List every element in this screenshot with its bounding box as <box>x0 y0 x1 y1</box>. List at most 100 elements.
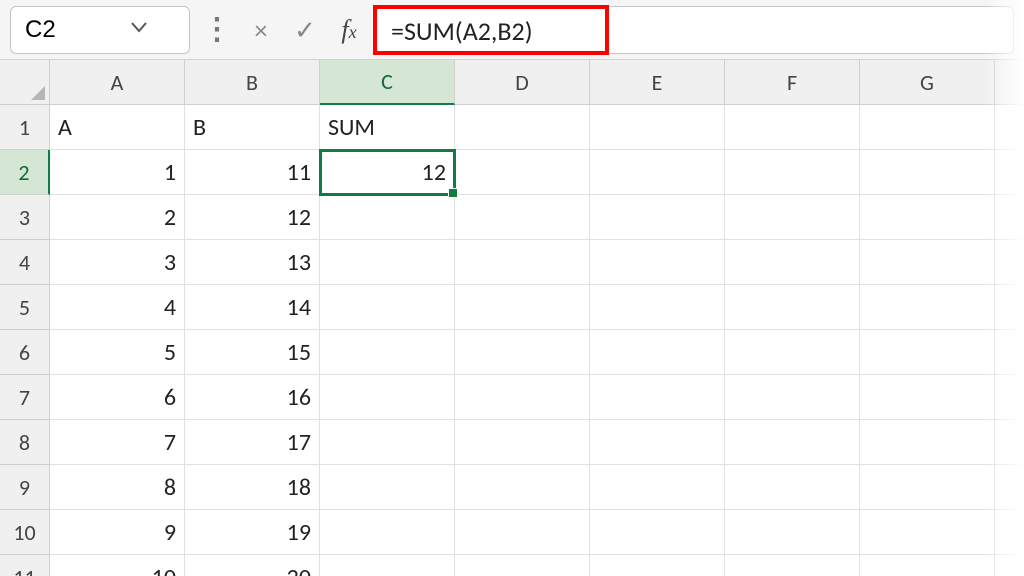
row-header-9[interactable]: 9 <box>0 465 50 510</box>
column-header-G[interactable]: G <box>860 60 995 105</box>
cell-E4[interactable] <box>590 240 725 285</box>
cell-D9[interactable] <box>455 465 590 510</box>
column-header-B[interactable]: B <box>185 60 320 105</box>
cell-F5[interactable] <box>725 285 860 330</box>
row-header-5[interactable]: 5 <box>0 285 50 330</box>
cell-A3[interactable]: 2 <box>50 195 185 240</box>
column-header-C[interactable]: C <box>320 60 455 105</box>
cell-G9[interactable] <box>860 465 995 510</box>
confirm-icon[interactable]: ✓ <box>288 6 322 54</box>
cell-G5[interactable] <box>860 285 995 330</box>
cell-D5[interactable] <box>455 285 590 330</box>
cell-F7[interactable] <box>725 375 860 420</box>
column-header-D[interactable]: D <box>455 60 590 105</box>
cell-D4[interactable] <box>455 240 590 285</box>
cell-C10[interactable] <box>320 510 455 555</box>
cell-A11[interactable]: 10 <box>50 555 185 576</box>
cell-B1[interactable]: B <box>185 105 320 150</box>
cell-extra-8[interactable] <box>995 420 1024 465</box>
cell-B4[interactable]: 13 <box>185 240 320 285</box>
cell-A7[interactable]: 6 <box>50 375 185 420</box>
name-box[interactable] <box>10 6 190 54</box>
name-box-input[interactable] <box>25 16 85 44</box>
row-header-2[interactable]: 2 <box>0 150 50 195</box>
cell-B3[interactable]: 12 <box>185 195 320 240</box>
cell-E10[interactable] <box>590 510 725 555</box>
cell-E3[interactable] <box>590 195 725 240</box>
cell-C8[interactable] <box>320 420 455 465</box>
row-header-1[interactable]: 1 <box>0 105 50 150</box>
cell-D1[interactable] <box>455 105 590 150</box>
cell-F11[interactable] <box>725 555 860 576</box>
cell-extra-2[interactable] <box>995 150 1024 195</box>
formula-input[interactable]: =SUM(A2,B2) <box>376 6 1014 54</box>
cell-C5[interactable] <box>320 285 455 330</box>
cell-E6[interactable] <box>590 330 725 375</box>
cell-G1[interactable] <box>860 105 995 150</box>
spreadsheet-grid[interactable]: ABCDEFG1ABSUM211112321243135414651576168… <box>0 60 1024 576</box>
cell-F1[interactable] <box>725 105 860 150</box>
cell-D2[interactable] <box>455 150 590 195</box>
cell-A10[interactable]: 9 <box>50 510 185 555</box>
column-header-extra[interactable] <box>995 60 1024 105</box>
cell-E2[interactable] <box>590 150 725 195</box>
cell-D10[interactable] <box>455 510 590 555</box>
cell-B10[interactable]: 19 <box>185 510 320 555</box>
cell-A1[interactable]: A <box>50 105 185 150</box>
cell-F4[interactable] <box>725 240 860 285</box>
cell-extra-5[interactable] <box>995 285 1024 330</box>
cell-C6[interactable] <box>320 330 455 375</box>
cell-F2[interactable] <box>725 150 860 195</box>
fx-icon[interactable]: fx <box>332 6 366 54</box>
cell-C7[interactable] <box>320 375 455 420</box>
cell-E5[interactable] <box>590 285 725 330</box>
row-header-3[interactable]: 3 <box>0 195 50 240</box>
cell-E7[interactable] <box>590 375 725 420</box>
cell-A9[interactable]: 8 <box>50 465 185 510</box>
cell-extra-9[interactable] <box>995 465 1024 510</box>
cell-E8[interactable] <box>590 420 725 465</box>
cell-E1[interactable] <box>590 105 725 150</box>
column-header-A[interactable]: A <box>50 60 185 105</box>
cell-G6[interactable] <box>860 330 995 375</box>
cell-A6[interactable]: 5 <box>50 330 185 375</box>
cell-E9[interactable] <box>590 465 725 510</box>
cell-A5[interactable]: 4 <box>50 285 185 330</box>
cell-D3[interactable] <box>455 195 590 240</box>
cell-D11[interactable] <box>455 555 590 576</box>
column-header-E[interactable]: E <box>590 60 725 105</box>
select-all-corner[interactable] <box>0 60 50 105</box>
cell-B9[interactable]: 18 <box>185 465 320 510</box>
cell-D7[interactable] <box>455 375 590 420</box>
cell-G8[interactable] <box>860 420 995 465</box>
cell-G3[interactable] <box>860 195 995 240</box>
cell-extra-4[interactable] <box>995 240 1024 285</box>
cell-B6[interactable]: 15 <box>185 330 320 375</box>
cell-G10[interactable] <box>860 510 995 555</box>
row-header-4[interactable]: 4 <box>0 240 50 285</box>
cell-extra-6[interactable] <box>995 330 1024 375</box>
cell-C3[interactable] <box>320 195 455 240</box>
cell-C4[interactable] <box>320 240 455 285</box>
cell-extra-7[interactable] <box>995 375 1024 420</box>
cancel-icon[interactable]: × <box>244 6 278 54</box>
cell-A8[interactable]: 7 <box>50 420 185 465</box>
cell-A2[interactable]: 1 <box>50 150 185 195</box>
chevron-down-icon[interactable] <box>129 16 149 43</box>
cell-C1[interactable]: SUM <box>320 105 455 150</box>
row-header-7[interactable]: 7 <box>0 375 50 420</box>
cell-G7[interactable] <box>860 375 995 420</box>
cell-C11[interactable] <box>320 555 455 576</box>
cell-F6[interactable] <box>725 330 860 375</box>
cell-B5[interactable]: 14 <box>185 285 320 330</box>
cell-E11[interactable] <box>590 555 725 576</box>
row-header-8[interactable]: 8 <box>0 420 50 465</box>
cell-extra-10[interactable] <box>995 510 1024 555</box>
cell-F10[interactable] <box>725 510 860 555</box>
cell-D6[interactable] <box>455 330 590 375</box>
row-header-11[interactable]: 11 <box>0 555 50 576</box>
cell-C9[interactable] <box>320 465 455 510</box>
cell-C2[interactable]: 12 <box>320 150 455 195</box>
cell-D8[interactable] <box>455 420 590 465</box>
cell-G2[interactable] <box>860 150 995 195</box>
